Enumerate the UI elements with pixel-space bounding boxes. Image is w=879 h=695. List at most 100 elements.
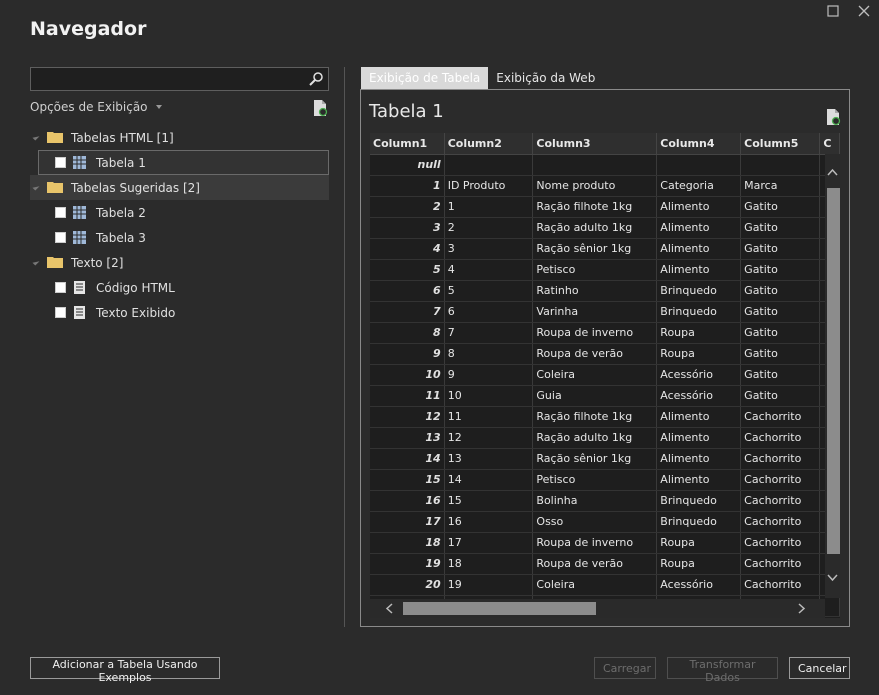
table-cell[interactable]: Brinquedo xyxy=(656,490,742,512)
table-cell[interactable]: Gatito xyxy=(740,385,821,407)
table-cell[interactable]: Ração sênior 1kg xyxy=(532,448,658,470)
table-cell[interactable] xyxy=(656,154,742,176)
table-cell[interactable]: 11 xyxy=(370,385,445,407)
table-cell[interactable]: Alimento xyxy=(656,448,742,470)
expander-icon[interactable] xyxy=(32,133,40,141)
table-cell[interactable] xyxy=(444,154,534,176)
column-header[interactable]: Column3 xyxy=(532,133,658,155)
horizontal-scroll-thumb[interactable] xyxy=(403,602,596,615)
chevron-left-icon[interactable] xyxy=(385,603,393,614)
table-cell[interactable]: Alimento xyxy=(656,469,742,491)
table-cell[interactable]: 20 xyxy=(370,574,445,596)
table-cell[interactable]: Nome produto xyxy=(532,175,658,197)
table-cell[interactable]: Bolinha xyxy=(532,490,658,512)
table-cell[interactable]: 2 xyxy=(370,196,445,218)
table-cell[interactable]: 8 xyxy=(444,343,534,365)
table-cell[interactable]: 14 xyxy=(444,469,534,491)
cancel-button[interactable]: Cancelar xyxy=(789,657,850,679)
table-cell[interactable]: Alimento xyxy=(656,259,742,281)
refresh-document-icon[interactable] xyxy=(825,108,841,126)
tree-group-html-tables[interactable]: Tabelas HTML [1] xyxy=(30,125,329,150)
table-cell[interactable]: 3 xyxy=(444,238,534,260)
table-cell[interactable]: Cachorrito xyxy=(740,490,821,512)
table-cell[interactable]: 10 xyxy=(370,364,445,386)
table-cell[interactable]: Categoria xyxy=(656,175,742,197)
tree-item-tabela-3[interactable]: Tabela 3 xyxy=(30,225,329,250)
table-cell[interactable]: 5 xyxy=(370,259,445,281)
table-cell[interactable]: 19 xyxy=(444,574,534,596)
table-cell[interactable]: 10 xyxy=(444,385,534,407)
table-cell[interactable]: Ração adulto 1kg xyxy=(532,427,658,449)
table-cell[interactable]: Alimento xyxy=(656,217,742,239)
column-header[interactable]: Column5 xyxy=(740,133,821,155)
table-cell[interactable]: 13 xyxy=(370,427,445,449)
tree-item-codigo-html[interactable]: Código HTML xyxy=(30,275,329,300)
table-cell[interactable]: Ração filhote 1kg xyxy=(532,196,658,218)
table-cell[interactable]: 12 xyxy=(444,427,534,449)
table-cell[interactable]: Gatito xyxy=(740,259,821,281)
tree-item-tabela-1[interactable]: Tabela 1 xyxy=(38,150,329,175)
table-cell[interactable]: 6 xyxy=(370,280,445,302)
chevron-up-icon[interactable] xyxy=(827,168,838,176)
table-cell[interactable]: Acessório xyxy=(656,385,742,407)
table-cell[interactable]: Roupa de inverno xyxy=(532,322,658,344)
table-cell[interactable]: Varinha xyxy=(532,301,658,323)
add-table-using-examples-button[interactable]: Adicionar a Tabela Usando Exemplos xyxy=(30,657,220,684)
table-cell[interactable]: 18 xyxy=(444,553,534,575)
table-cell[interactable]: Marca xyxy=(740,175,821,197)
table-cell[interactable]: Petisco xyxy=(532,469,658,491)
table-cell[interactable]: Gatito xyxy=(740,238,821,260)
table-cell[interactable]: 6 xyxy=(444,301,534,323)
table-cell[interactable]: 17 xyxy=(444,532,534,554)
table-cell[interactable]: 4 xyxy=(444,259,534,281)
table-cell[interactable]: Cachorrito xyxy=(740,511,821,533)
table-cell[interactable]: 5 xyxy=(444,280,534,302)
pane-divider[interactable] xyxy=(344,67,345,627)
close-icon[interactable] xyxy=(857,4,871,18)
table-cell[interactable]: 19 xyxy=(370,553,445,575)
table-cell[interactable]: Guia xyxy=(532,385,658,407)
table-cell[interactable]: 3 xyxy=(370,217,445,239)
table-cell[interactable]: Osso xyxy=(532,511,658,533)
table-cell[interactable]: 15 xyxy=(370,469,445,491)
table-cell[interactable]: 7 xyxy=(370,301,445,323)
table-cell[interactable]: Gatito xyxy=(740,343,821,365)
table-cell[interactable]: 16 xyxy=(370,490,445,512)
table-cell[interactable]: Coleira xyxy=(532,364,658,386)
table-cell[interactable]: Roupa xyxy=(656,322,742,344)
tree-item-checkbox[interactable] xyxy=(55,232,66,243)
table-cell[interactable]: Gatito xyxy=(740,322,821,344)
table-cell[interactable]: Alimento xyxy=(656,238,742,260)
transform-data-button[interactable]: Transformar Dados xyxy=(667,657,778,684)
table-cell[interactable]: Alimento xyxy=(656,406,742,428)
table-cell[interactable]: Ração filhote 1kg xyxy=(532,406,658,428)
table-cell[interactable]: 9 xyxy=(444,364,534,386)
table-cell[interactable]: Cachorrito xyxy=(740,574,821,596)
table-cell[interactable]: Cachorrito xyxy=(740,532,821,554)
table-cell[interactable]: Cachorrito xyxy=(740,448,821,470)
horizontal-scrollbar[interactable] xyxy=(370,599,825,618)
chevron-right-icon[interactable] xyxy=(798,603,806,614)
table-cell[interactable] xyxy=(740,154,821,176)
expander-icon[interactable] xyxy=(32,183,40,191)
table-cell[interactable]: Roupa xyxy=(656,343,742,365)
table-cell[interactable]: Brinquedo xyxy=(656,280,742,302)
table-cell[interactable]: Ração adulto 1kg xyxy=(532,217,658,239)
maximize-icon[interactable] xyxy=(826,4,840,18)
table-cell[interactable]: 14 xyxy=(370,448,445,470)
column-header[interactable]: Column2 xyxy=(444,133,534,155)
table-cell[interactable]: Alimento xyxy=(656,196,742,218)
tree-item-checkbox[interactable] xyxy=(55,207,66,218)
tree-item-texto-exibido[interactable]: Texto Exibido xyxy=(30,300,329,325)
table-cell[interactable]: Roupa de verão xyxy=(532,343,658,365)
table-cell[interactable]: Brinquedo xyxy=(656,511,742,533)
table-cell[interactable]: Roupa de inverno xyxy=(532,532,658,554)
search-icon[interactable] xyxy=(308,71,324,87)
table-cell[interactable]: 15 xyxy=(444,490,534,512)
table-cell[interactable]: Acessório xyxy=(656,364,742,386)
tab-table-view[interactable]: Exibição de Tabela xyxy=(361,67,489,89)
table-cell[interactable]: Coleira xyxy=(532,574,658,596)
table-cell[interactable]: Cachorrito xyxy=(740,406,821,428)
expander-icon[interactable] xyxy=(32,258,40,266)
table-cell[interactable]: 1 xyxy=(444,196,534,218)
